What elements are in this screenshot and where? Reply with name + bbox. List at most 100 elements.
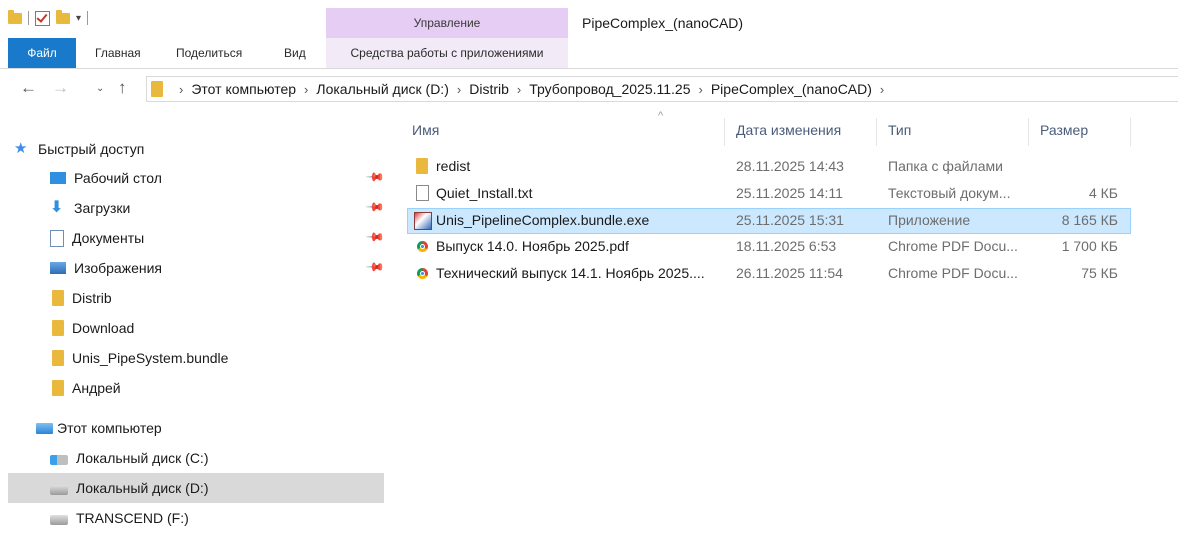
- sidebar-item-label: Этот компьютер: [57, 420, 162, 436]
- sidebar-item-label: TRANSCEND (F:): [76, 510, 189, 526]
- column-divider[interactable]: [724, 118, 725, 146]
- file-date: 18.11.2025 6:53: [736, 238, 837, 254]
- table-row[interactable]: Quiet_Install.txt 25.11.2025 14:11 Текст…: [408, 182, 1130, 206]
- breadcrumb-separator[interactable]: ›: [517, 82, 521, 97]
- manage-context-tab[interactable]: Управление: [326, 8, 568, 38]
- sidebar-item-this-pc[interactable]: Этот компьютер: [36, 413, 428, 443]
- recent-locations-chevron-icon[interactable]: ⌄: [96, 83, 104, 94]
- file-name: Выпуск 14.0. Ноябрь 2025.pdf: [436, 238, 629, 254]
- drive-icon: [50, 515, 68, 525]
- sidebar-item-label: Download: [72, 320, 135, 336]
- navigation-bar: ← → ⌄ ↑ › Этот компьютер › Локальный дис…: [0, 72, 1178, 106]
- new-folder-icon[interactable]: [56, 9, 70, 24]
- sidebar-item-label: Unis_PipeSystem.bundle: [72, 350, 229, 366]
- file-name: Quiet_Install.txt: [436, 185, 533, 201]
- table-row[interactable]: Выпуск 14.0. Ноябрь 2025.pdf 18.11.2025 …: [408, 235, 1130, 259]
- star-icon: ★: [14, 140, 28, 157]
- folder-icon: [52, 380, 64, 396]
- breadcrumb-distrib[interactable]: Distrib: [469, 81, 509, 97]
- file-date: 26.11.2025 11:54: [736, 265, 843, 281]
- breadcrumb-separator[interactable]: ›: [304, 82, 308, 97]
- folder-icon: [52, 350, 64, 366]
- breadcrumb-separator[interactable]: ›: [179, 82, 183, 97]
- breadcrumb-separator[interactable]: ›: [699, 82, 703, 97]
- installer-icon: [414, 212, 432, 230]
- sidebar-item-distrib[interactable]: Distrib: [52, 283, 444, 313]
- column-header-type[interactable]: Тип: [888, 114, 911, 146]
- navigation-pane: ★ Быстрый доступ Рабочий стол 📌 ⬇ Загруз…: [0, 106, 392, 528]
- breadcrumb-separator[interactable]: ›: [880, 82, 884, 97]
- quick-access-toolbar: ▾: [8, 8, 89, 28]
- sidebar-item-download[interactable]: Download: [52, 313, 444, 343]
- breadcrumb-separator[interactable]: ›: [457, 82, 461, 97]
- text-file-icon: [416, 185, 429, 201]
- tab-file[interactable]: Файл: [8, 38, 76, 68]
- file-name: Unis_PipelineComplex.bundle.exe: [436, 212, 650, 228]
- tab-home[interactable]: Главная: [95, 38, 141, 68]
- breadcrumb-pipecomplex[interactable]: PipeComplex_(nanoCAD): [711, 81, 872, 97]
- computer-icon: [36, 422, 53, 434]
- file-size: 75 КБ: [1081, 265, 1118, 281]
- window-title: PipeComplex_(nanoCAD): [582, 15, 744, 31]
- tab-app-tools[interactable]: Средства работы с приложениями: [326, 38, 568, 68]
- sidebar-item-andrey[interactable]: Андрей: [52, 373, 444, 403]
- file-date: 28.11.2025 14:43: [736, 158, 844, 174]
- sidebar-item-label: Документы: [72, 230, 145, 246]
- column-header-size[interactable]: Размер: [1040, 114, 1088, 146]
- title-bar: ▾ Управление PipeComplex_(nanoCAD): [0, 0, 1178, 38]
- sidebar-item-quick-access[interactable]: ★ Быстрый доступ: [14, 134, 406, 164]
- toolbar-divider: [87, 11, 89, 25]
- breadcrumb-this-pc[interactable]: Этот компьютер: [191, 81, 296, 97]
- forward-arrow-icon[interactable]: →: [52, 78, 69, 98]
- file-type: Текстовый докум...: [888, 185, 1011, 201]
- documents-icon: [50, 229, 64, 247]
- sidebar-item-drive-c[interactable]: Локальный диск (C:): [50, 443, 442, 473]
- file-name: Технический выпуск 14.1. Ноябрь 2025....: [436, 265, 705, 281]
- table-row[interactable]: redist 28.11.2025 14:43 Папка с файлами: [408, 155, 1130, 179]
- chrome-pdf-icon: [417, 241, 428, 252]
- breadcrumb-drive-d[interactable]: Локальный диск (D:): [316, 81, 449, 97]
- column-divider[interactable]: [1130, 118, 1131, 146]
- folder-icon: [8, 9, 22, 24]
- folder-icon: [52, 320, 64, 336]
- column-header-name[interactable]: Имя: [412, 114, 439, 146]
- folder-icon: [52, 290, 64, 306]
- sidebar-item-label: Быстрый доступ: [38, 141, 145, 157]
- sidebar-item-label: Локальный диск (D:): [76, 480, 209, 496]
- properties-icon[interactable]: [35, 10, 50, 26]
- back-arrow-icon[interactable]: ←: [20, 78, 37, 98]
- toolbar-divider: [28, 11, 29, 25]
- sidebar-item-drive-d[interactable]: Локальный диск (D:): [8, 473, 384, 503]
- file-date: 25.11.2025 15:31: [736, 212, 844, 228]
- customize-dropdown-icon[interactable]: ▾: [76, 13, 81, 24]
- file-name: redist: [436, 158, 471, 174]
- windows-drive-icon: [50, 455, 68, 465]
- file-list: ^ Имя Дата изменения Тип Размер redist 2…: [400, 106, 1178, 528]
- downloads-icon: ⬇: [50, 199, 64, 216]
- table-row[interactable]: Технический выпуск 14.1. Ноябрь 2025....…: [408, 262, 1130, 286]
- breadcrumb-pipeline[interactable]: Трубопровод_2025.11.25: [529, 81, 690, 97]
- column-header-date[interactable]: Дата изменения: [736, 114, 841, 146]
- sidebar-item-label: Андрей: [72, 380, 121, 396]
- file-date: 25.11.2025 14:11: [736, 185, 843, 201]
- sidebar-item-unis-pipesystem[interactable]: Unis_PipeSystem.bundle: [52, 343, 444, 373]
- column-divider[interactable]: [1028, 118, 1029, 146]
- address-bar[interactable]: › Этот компьютер › Локальный диск (D:) ›…: [146, 76, 1178, 102]
- column-divider[interactable]: [876, 118, 877, 146]
- pictures-icon: [50, 262, 66, 274]
- sort-ascending-icon: ^: [658, 110, 664, 122]
- file-type: Chrome PDF Docu...: [888, 238, 1018, 254]
- file-type: Chrome PDF Docu...: [888, 265, 1018, 281]
- sidebar-item-label: Загрузки: [74, 200, 131, 216]
- sidebar-item-label: Distrib: [72, 290, 112, 306]
- tab-view[interactable]: Вид: [284, 38, 306, 68]
- ribbon-tabs: Файл Главная Поделиться Вид Средства раб…: [0, 38, 1178, 69]
- up-arrow-icon[interactable]: ↑: [118, 78, 127, 98]
- desktop-icon: [50, 172, 66, 184]
- file-type: Папка с файлами: [888, 158, 1003, 174]
- sidebar-item-drive-f[interactable]: TRANSCEND (F:): [50, 503, 442, 533]
- sidebar-item-label: Изображения: [74, 260, 162, 276]
- tab-share[interactable]: Поделиться: [176, 38, 242, 68]
- sidebar-item-label: Рабочий стол: [74, 170, 162, 186]
- table-row[interactable]: Unis_PipelineComplex.bundle.exe 25.11.20…: [407, 208, 1131, 234]
